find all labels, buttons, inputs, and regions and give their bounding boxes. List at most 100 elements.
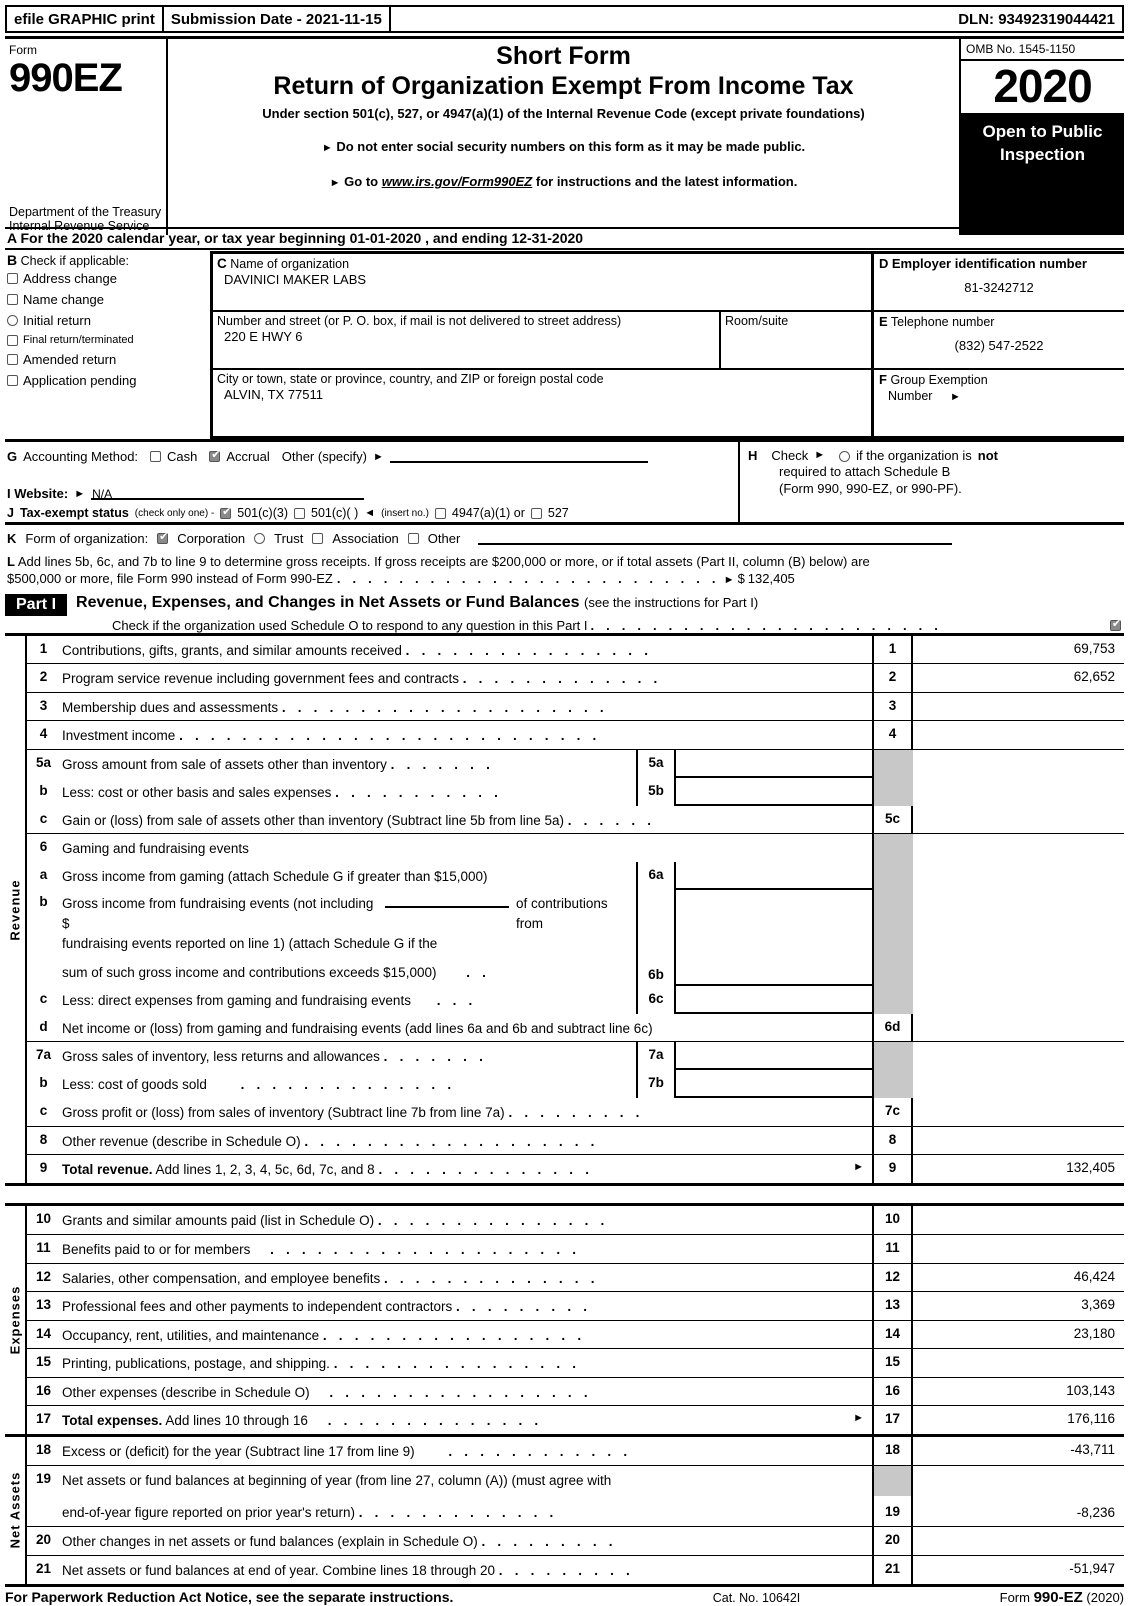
table-row: 10 Grants and similar amounts paid (list… xyxy=(27,1206,1124,1235)
bullet-1-text: Do not enter social security numbers on … xyxy=(336,139,806,155)
schedule-b-not-word: not xyxy=(977,448,998,463)
checkbox-501c-icon[interactable] xyxy=(294,507,305,519)
row-amount[interactable] xyxy=(913,1014,1124,1042)
row-box-number: 2 xyxy=(872,664,913,692)
street-value[interactable]: 220 E HWY 6 xyxy=(217,329,715,344)
checkbox-label: Name change xyxy=(23,292,104,307)
row-amount[interactable]: 132,405 xyxy=(913,1155,1124,1183)
row-amount[interactable] xyxy=(913,806,1124,834)
org-name-value[interactable]: DAVINICI MAKER LABS xyxy=(217,272,867,287)
row-number: 7a xyxy=(35,1047,52,1063)
checkbox-initial-return[interactable]: Initial return xyxy=(7,313,210,328)
net-assets-section: Net Assets 18 Excess or (deficit) for th… xyxy=(5,1437,1124,1587)
shaded-cell xyxy=(872,749,913,778)
row-amount[interactable]: -8,236 xyxy=(913,1498,1115,1526)
bullet-2-prefix: Go to xyxy=(344,174,379,190)
footer-form-label: Form 990-EZ (2020) xyxy=(999,1588,1124,1606)
table-row: 3 Membership dues and assessments . . . … xyxy=(27,692,1124,722)
checkbox-accrual-icon[interactable] xyxy=(209,449,221,462)
checkbox-icon[interactable] xyxy=(7,315,18,326)
table-row: 11 Benefits paid to or for members . . .… xyxy=(27,1234,1124,1264)
form-number-label: 990EZ xyxy=(9,56,123,100)
org-name-row: C Name of organization DAVINICI MAKER LA… xyxy=(213,254,871,312)
row-amount[interactable]: 176,116 xyxy=(913,1406,1124,1434)
gross-receipts-amount[interactable]: 132,405 xyxy=(748,570,795,587)
row-amount[interactable]: -43,711 xyxy=(913,1437,1124,1465)
sub-box-amount[interactable] xyxy=(676,890,872,986)
line-19-text-line2-wrap: end-of-year figure reported on prior yea… xyxy=(62,1505,558,1521)
row-amount[interactable] xyxy=(913,1098,1124,1126)
checkbox-icon[interactable] xyxy=(7,334,18,346)
section-h-letter: H xyxy=(748,448,758,463)
checkbox-501c3-icon[interactable] xyxy=(220,506,232,519)
checkbox-address-change[interactable]: Address change xyxy=(7,271,210,286)
checkbox-amended-return[interactable]: Amended return xyxy=(7,352,210,367)
sub-box-amount[interactable] xyxy=(676,1070,872,1099)
table-row: b Less: cost of goods sold . . . . . . .… xyxy=(27,1070,1124,1099)
submission-date-label: Submission Date - 2021-11-15 xyxy=(163,5,391,33)
row-amount[interactable]: 23,180 xyxy=(913,1321,1124,1349)
triangle-right-icon-3: ► xyxy=(949,391,961,403)
sub-box-amount[interactable] xyxy=(676,1042,872,1071)
other-org-input[interactable] xyxy=(478,532,953,545)
sub-box-amount[interactable] xyxy=(676,862,872,891)
checkbox-trust-icon[interactable] xyxy=(254,533,266,544)
part-i-tag: Part I xyxy=(5,593,68,616)
checkbox-icon[interactable] xyxy=(7,273,18,284)
checkbox-icon[interactable] xyxy=(7,375,18,386)
telephone-value[interactable]: (832) 547-2522 xyxy=(879,338,1119,353)
checkbox-icon[interactable] xyxy=(7,354,18,365)
option-trust-label: Trust xyxy=(274,531,304,546)
checkbox-application-pending[interactable]: Application pending xyxy=(7,373,210,388)
option-527-label: 527 xyxy=(547,506,569,520)
checkbox-527-icon[interactable] xyxy=(530,507,542,519)
website-value[interactable]: N/A xyxy=(91,487,365,501)
triangle-right-icon-2: ► xyxy=(329,177,341,190)
row-amount[interactable]: 62,652 xyxy=(913,664,1124,692)
checkbox-cash-icon[interactable] xyxy=(150,451,162,462)
sub-box-amount[interactable] xyxy=(676,986,872,1014)
part-i-title: Revenue, Expenses, and Changes in Net As… xyxy=(76,593,580,611)
row-amount[interactable]: -51,947 xyxy=(913,1556,1124,1584)
expenses-rows: 10 Grants and similar amounts paid (list… xyxy=(27,1206,1124,1435)
section-c-letter: C xyxy=(217,256,227,271)
sub-box-amount[interactable] xyxy=(676,750,872,778)
part-i-title-note: (see the instructions for Part I) xyxy=(584,594,759,610)
row-amount[interactable] xyxy=(913,1235,1124,1263)
row-amount[interactable] xyxy=(913,721,1124,749)
ein-value[interactable]: 81-3242712 xyxy=(879,280,1119,295)
revenue-rows: 1 Contributions, gifts, grants, and simi… xyxy=(27,635,1124,1184)
city-value[interactable]: ALVIN, TX 77511 xyxy=(217,387,867,402)
table-row: 2 Program service revenue including gove… xyxy=(27,664,1124,693)
checkbox-4947a1-icon[interactable] xyxy=(434,507,446,519)
row-text: Net assets or fund balances at beginning… xyxy=(60,1466,872,1526)
row-amount[interactable] xyxy=(913,1127,1124,1155)
row-amount[interactable] xyxy=(913,1527,1124,1555)
row-amount[interactable]: 3,369 xyxy=(913,1292,1124,1320)
section-l-line2: $500,000 or more, file Form 990 instead … xyxy=(7,570,1122,588)
row-amount[interactable] xyxy=(913,1206,1124,1234)
row-amount[interactable] xyxy=(913,1349,1124,1377)
checkbox-icon[interactable] xyxy=(7,294,18,305)
form-word-label: Form xyxy=(9,43,37,57)
sub-box-amount[interactable] xyxy=(676,778,872,806)
checkbox-other-org-icon[interactable] xyxy=(407,533,419,544)
line-6b-contrib-input[interactable] xyxy=(385,895,510,909)
row-amount[interactable]: 103,143 xyxy=(913,1378,1124,1406)
option-other-label: Other xyxy=(427,531,461,546)
checkbox-final-return-terminated[interactable]: Final return/terminated xyxy=(7,334,210,346)
checkbox-schedule-o-icon[interactable] xyxy=(1110,618,1122,631)
checkbox-name-change[interactable]: Name change xyxy=(7,292,210,307)
other-specify-input[interactable] xyxy=(389,450,648,463)
irs-form-link[interactable]: www.irs.gov/Form990EZ xyxy=(382,174,533,189)
checkbox-corporation-icon[interactable] xyxy=(157,531,169,544)
row-amount[interactable]: 46,424 xyxy=(913,1264,1124,1292)
checkbox-association-icon[interactable] xyxy=(312,533,324,544)
row-text: Grants and similar amounts paid (list in… xyxy=(62,1213,609,1229)
row-text: Printing, publications, postage, and shi… xyxy=(62,1356,581,1372)
row-amount[interactable] xyxy=(913,693,1124,721)
row-amount[interactable]: 69,753 xyxy=(913,636,1124,664)
checkbox-schedule-b-icon[interactable] xyxy=(839,450,851,462)
revenue-section: Revenue 1 Contributions, gifts, grants, … xyxy=(5,635,1124,1187)
table-row: 17 Total expenses. Add lines 10 through … xyxy=(27,1406,1124,1435)
